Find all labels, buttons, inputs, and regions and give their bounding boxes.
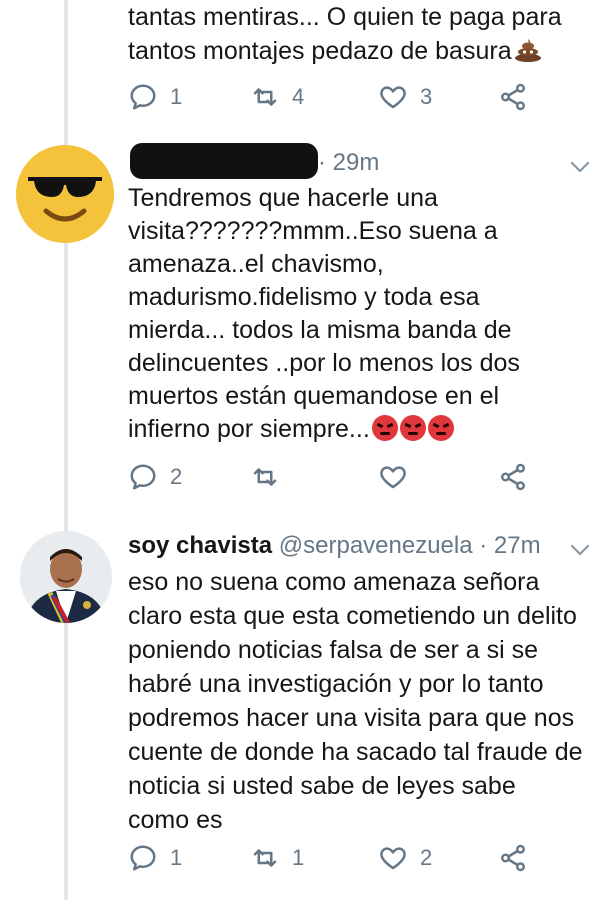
tweet-3[interactable]: soy chavista @serpavenezuela · 27m eso n… [0,525,609,900]
tweet-body-line-1: tantas mentiras... O quien te paga para [128,3,562,31]
tweet-actions: 1 4 3 [128,80,548,114]
avatar[interactable] [20,531,112,623]
retweet-icon [253,468,277,486]
tweet-1[interactable]: tantas mentiras... O quien te paga para … [0,0,609,120]
reply-count: 2 [170,464,183,489]
like-button[interactable] [378,460,420,494]
reply-icon [130,84,156,110]
display-name[interactable]: soy chavista [128,532,272,559]
angry-face-emoji [371,415,398,441]
tweet-body-text: Tendremos que hacerle una visita???????m… [128,184,520,443]
share-icon [501,463,525,491]
reply-button[interactable]: 1 [128,841,182,875]
heart-icon [380,847,406,870]
tweet-time[interactable]: · 29m [318,149,379,176]
tweet-time[interactable]: · 27m [479,532,540,559]
tweet-body-line-2: tantos montajes pedazo de basura [128,37,512,65]
tweet-actions: 1 1 2 [128,841,548,875]
reply-count: 1 [170,845,183,870]
tweet-actions: 2 [128,460,548,494]
tweet-header: soy chavista @serpavenezuela · 27m [128,531,541,561]
reply-button[interactable]: 2 [128,460,182,494]
reply-icon [130,464,156,490]
retweet-icon [253,88,277,106]
profile-photo [20,531,112,623]
heart-icon [380,466,406,489]
chevron-down-icon[interactable] [569,539,591,561]
redacted-username [130,143,318,179]
like-button[interactable]: 2 [378,841,432,875]
share-button[interactable] [498,460,528,494]
tweet-body: Tendremos que hacerle una visita???????m… [128,182,588,446]
angry-face-emoji [427,415,454,441]
chevron-down-icon[interactable] [569,156,591,178]
avatar[interactable] [16,145,114,243]
like-count: 3 [420,84,433,109]
retweet-button[interactable]: 1 [250,841,304,875]
angry-face-emoji [399,415,426,441]
share-icon [501,844,525,872]
like-button[interactable]: 3 [378,80,432,114]
reply-button[interactable]: 1 [128,80,182,114]
user-handle[interactable]: @serpavenezuela [279,532,473,559]
retweet-button[interactable]: 4 [250,80,304,114]
sunglasses-face-icon [16,145,114,243]
share-button[interactable] [498,841,528,875]
heart-icon [380,86,406,109]
tweet-body: tantas mentiras... O quien te paga para … [128,0,588,68]
tweet-body: eso no suena como amenaza señora claro e… [128,568,583,834]
retweet-icon [253,849,277,867]
reply-count: 1 [170,84,183,109]
retweet-count: 1 [292,845,305,870]
pile-of-poo-emoji [514,39,541,62]
tweet-header: · 29m [318,148,379,178]
like-count: 2 [420,845,433,870]
reply-icon [130,845,156,871]
share-button[interactable] [498,80,528,114]
tweet-2[interactable]: · 29m Tendremos que hacerle una visita??… [0,140,609,510]
retweet-count: 4 [292,84,305,109]
retweet-button[interactable] [250,460,292,494]
share-icon [501,83,525,111]
